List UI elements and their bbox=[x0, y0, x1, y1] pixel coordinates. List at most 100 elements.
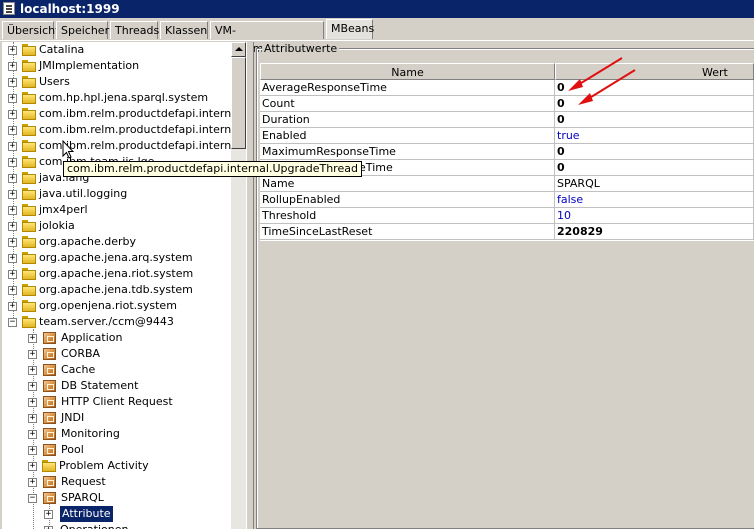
tree-item-label[interactable]: java.util.logging bbox=[39, 186, 127, 202]
tree-item-label[interactable]: jolokia bbox=[39, 218, 75, 234]
tree-item-label[interactable]: CORBA bbox=[61, 346, 100, 362]
tree-item[interactable]: + Users bbox=[2, 74, 231, 90]
attribute-value-cell[interactable]: SPARQL bbox=[555, 176, 754, 192]
column-header-name[interactable]: Name bbox=[260, 63, 555, 80]
tab-uebersicht[interactable]: Übersicht bbox=[2, 21, 59, 39]
attribute-value-cell[interactable]: 0 bbox=[555, 160, 754, 176]
tree-item-label[interactable]: Problem Activity bbox=[59, 458, 149, 474]
expand-icon[interactable]: + bbox=[28, 334, 37, 343]
pane-splitter[interactable] bbox=[246, 42, 254, 529]
tree-item-label[interactable]: Monitoring bbox=[61, 426, 120, 442]
tree-item[interactable]: + com.hp.hpl.jena.sparql.system bbox=[2, 90, 231, 106]
expand-icon[interactable]: + bbox=[28, 350, 37, 359]
attribute-value-cell[interactable]: 0 bbox=[555, 144, 754, 160]
tree-item[interactable]: + DB Statement bbox=[2, 378, 231, 394]
tree-item[interactable]: + org.apache.derby bbox=[2, 234, 231, 250]
tree-item-label[interactable]: com.ibm.relm.productdefapi.internal.St bbox=[39, 106, 231, 122]
attribute-value-cell[interactable]: 0 bbox=[555, 96, 754, 112]
attribute-value-cell[interactable]: false bbox=[555, 192, 754, 208]
collapse-icon[interactable]: − bbox=[28, 494, 37, 503]
tree-item[interactable]: + org.apache.jena.riot.system bbox=[2, 266, 231, 282]
expand-icon[interactable]: + bbox=[8, 78, 17, 87]
expand-icon[interactable]: + bbox=[28, 462, 37, 471]
expand-icon[interactable]: + bbox=[28, 382, 37, 391]
tree-item[interactable]: + java.util.logging bbox=[2, 186, 231, 202]
attribute-value-cell[interactable]: 0 bbox=[555, 112, 754, 128]
tree-item[interactable]: + org.openjena.riot.system bbox=[2, 298, 231, 314]
tree-item-label[interactable]: JMImplementation bbox=[39, 58, 139, 74]
tree-item-label[interactable]: Request bbox=[61, 474, 106, 490]
attribute-value-cell[interactable]: 220829 bbox=[555, 224, 754, 240]
attribute-table[interactable]: Name Wert AverageResponseTime 0 Count 0 Dura… bbox=[260, 63, 754, 241]
tree-item[interactable]: + JNDI bbox=[2, 410, 231, 426]
tree-item-label[interactable]: Cache bbox=[61, 362, 95, 378]
tree-item-label[interactable]: Operationen bbox=[60, 522, 128, 529]
expand-icon[interactable]: + bbox=[8, 302, 17, 311]
tree-item-label[interactable]: jmx4perl bbox=[39, 202, 88, 218]
tab-threads[interactable]: Threads bbox=[110, 21, 159, 39]
scroll-up-button[interactable] bbox=[231, 42, 246, 57]
tree-item[interactable]: + Pool bbox=[2, 442, 231, 458]
expand-icon[interactable]: + bbox=[28, 414, 37, 423]
tree-item-label[interactable]: org.openjena.riot.system bbox=[39, 298, 177, 314]
expand-icon[interactable]: + bbox=[8, 110, 17, 119]
attribute-value-cell[interactable]: 0 bbox=[555, 80, 754, 96]
column-header-value[interactable]: Wert bbox=[555, 63, 754, 80]
tree-item[interactable]: + jolokia bbox=[2, 218, 231, 234]
tree-item-label[interactable]: com.ibm.relm.productdefapi.internal.Tr bbox=[39, 122, 231, 138]
tree-item-label[interactable]: org.apache.jena.arq.system bbox=[39, 250, 193, 266]
expand-icon[interactable]: + bbox=[28, 446, 37, 455]
tree-item-label[interactable]: JNDI bbox=[61, 410, 84, 426]
tree-item[interactable]: + org.apache.jena.tdb.system bbox=[2, 282, 231, 298]
tree-item[interactable]: + com.ibm.relm.productdefapi.internal.Tr bbox=[2, 122, 231, 138]
tree-item-label[interactable]: com.hp.hpl.jena.sparql.system bbox=[39, 90, 208, 106]
tree-item[interactable]: + Catalina bbox=[2, 42, 231, 58]
tree-item[interactable]: + Request bbox=[2, 474, 231, 490]
tree-item-label[interactable]: HTTP Client Request bbox=[61, 394, 173, 410]
expand-icon[interactable]: + bbox=[28, 398, 37, 407]
expand-icon[interactable]: + bbox=[28, 478, 37, 487]
scroll-thumb[interactable] bbox=[231, 57, 246, 149]
tree-item-label[interactable]: SPARQL bbox=[61, 490, 104, 506]
expand-icon[interactable]: + bbox=[8, 190, 17, 199]
tree-item-label[interactable]: Catalina bbox=[39, 42, 84, 58]
attribute-value-cell[interactable]: true bbox=[555, 128, 754, 144]
expand-icon[interactable]: + bbox=[8, 46, 17, 55]
tree-item-label[interactable]: Attribute bbox=[60, 506, 113, 522]
tree-item-label[interactable]: DB Statement bbox=[61, 378, 138, 394]
tree-item-label[interactable]: org.apache.jena.tdb.system bbox=[39, 282, 193, 298]
collapse-icon[interactable]: − bbox=[8, 318, 17, 327]
tree-item[interactable]: − SPARQL bbox=[2, 490, 231, 506]
expand-icon[interactable]: + bbox=[8, 270, 17, 279]
tree-item-label[interactable]: org.apache.jena.riot.system bbox=[39, 266, 193, 282]
tree-item[interactable]: + Attribute bbox=[2, 506, 231, 522]
tree-item-label[interactable]: Pool bbox=[61, 442, 84, 458]
tab-vm-zusammenfassung[interactable]: VM-Zusammenfassung bbox=[210, 21, 324, 55]
expand-icon[interactable]: + bbox=[28, 366, 37, 375]
expand-icon[interactable]: + bbox=[8, 174, 17, 183]
tree-item[interactable]: + Application bbox=[2, 330, 231, 346]
tab-klassen[interactable]: Klassen bbox=[160, 21, 208, 39]
expand-icon[interactable]: + bbox=[8, 254, 17, 263]
expand-icon[interactable]: + bbox=[28, 430, 37, 439]
tree-item[interactable]: +com.ibm.relm.productdefapi.internal.Up bbox=[2, 138, 231, 154]
expand-icon[interactable]: + bbox=[8, 286, 17, 295]
attribute-value-cell[interactable]: 10 bbox=[555, 208, 754, 224]
expand-icon[interactable]: + bbox=[8, 206, 17, 215]
tree-item[interactable]: +Operationen bbox=[2, 522, 231, 529]
tree-item-label[interactable]: org.apache.derby bbox=[39, 234, 136, 250]
tree-item-label[interactable]: team.server./ccm@9443 bbox=[39, 314, 174, 330]
tree-item-label[interactable]: Users bbox=[39, 74, 70, 90]
tree-item[interactable]: + jmx4perl bbox=[2, 202, 231, 218]
expand-icon[interactable]: + bbox=[8, 62, 17, 71]
tree-item[interactable]: + org.apache.jena.arq.system bbox=[2, 250, 231, 266]
expand-icon[interactable]: + bbox=[8, 158, 17, 167]
expand-icon[interactable]: + bbox=[8, 142, 17, 151]
tree-item[interactable]: + com.ibm.relm.productdefapi.internal.St bbox=[2, 106, 231, 122]
tree-item[interactable]: + CORBA bbox=[2, 346, 231, 362]
expand-icon[interactable]: + bbox=[8, 238, 17, 247]
mbean-tree[interactable]: + Catalina + JMImplementation + Users + com.hp.… bbox=[2, 42, 231, 529]
expand-icon[interactable]: + bbox=[8, 94, 17, 103]
tree-item[interactable]: − team.server./ccm@9443 bbox=[2, 314, 231, 330]
tree-item[interactable]: + Cache bbox=[2, 362, 231, 378]
